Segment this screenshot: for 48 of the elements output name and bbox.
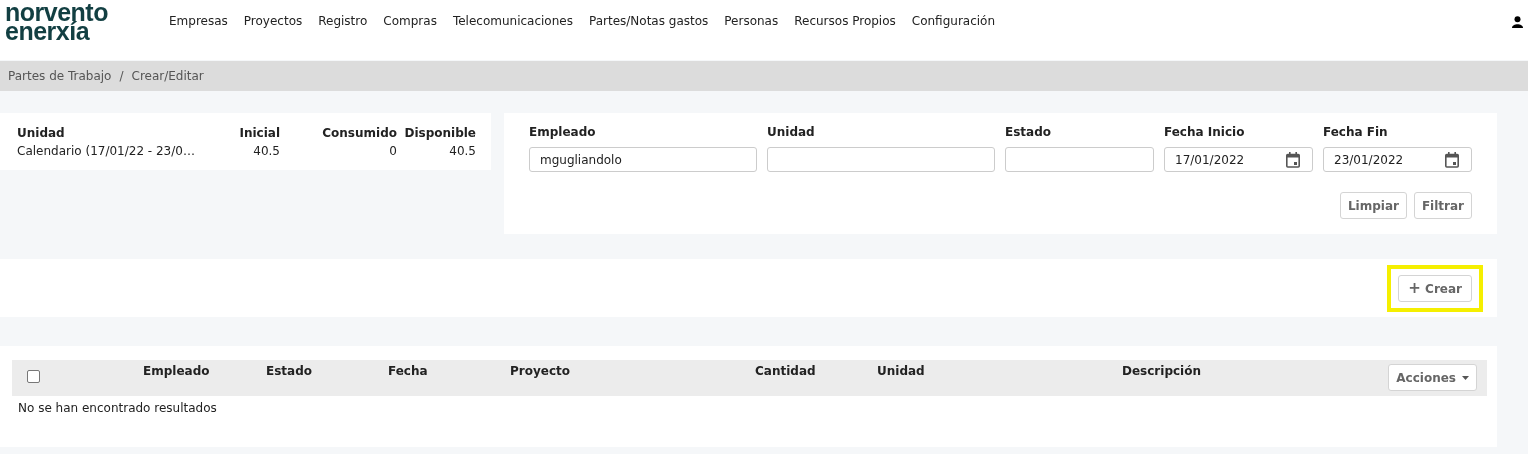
nav-link[interactable]: Registro xyxy=(318,14,368,28)
caret-icon xyxy=(1462,375,1469,380)
nav-link[interactable]: Configuración xyxy=(911,14,996,28)
column-header: Unidad xyxy=(877,363,926,378)
empty-message: No se han encontrado resultados xyxy=(17,400,218,417)
column-header: Estado xyxy=(266,363,313,378)
field-label: Empleado xyxy=(529,125,597,139)
nav-link[interactable]: Proyectos xyxy=(243,14,303,28)
column-header: Unidad xyxy=(17,126,66,140)
calendar-icon[interactable] xyxy=(1286,151,1300,168)
nav-link[interactable]: Compras xyxy=(383,14,437,28)
date-field[interactable]: 17/01/2022 xyxy=(1164,147,1313,172)
nav-link[interactable]: Telecomunicaciones xyxy=(452,14,573,28)
nav-link[interactable]: Partes/Notas gastos xyxy=(588,14,709,28)
table-cell-text: 40.5 xyxy=(252,144,280,158)
text-field[interactable] xyxy=(1005,147,1154,172)
breadcrumb-separator: / xyxy=(119,69,124,83)
filter-button[interactable]: Filtrar xyxy=(1413,192,1472,219)
text-field[interactable] xyxy=(767,147,995,172)
field-label: Estado xyxy=(1005,125,1052,139)
calendar-icon[interactable] xyxy=(1445,151,1459,168)
column-header: Descripción xyxy=(1122,363,1202,378)
field-label: Unidad xyxy=(767,125,816,139)
nav-link[interactable]: Recursos Propios xyxy=(794,14,896,28)
filter-button[interactable]: Limpiar xyxy=(1339,192,1407,219)
column-header: Consumido xyxy=(321,126,397,140)
table-cell-text: 0 xyxy=(388,144,397,158)
date-field[interactable]: 23/01/2022 xyxy=(1323,147,1472,172)
column-header: Proyecto xyxy=(510,363,571,378)
text-field[interactable]: mgugliandolo xyxy=(529,147,757,172)
column-header: Fecha xyxy=(388,363,429,378)
table-cell-text: 40.5 xyxy=(448,144,476,158)
table-cell-text: Calendario (17/01/22 - 23/0… xyxy=(17,144,196,158)
field-label: Fecha Inicio xyxy=(1164,125,1246,139)
user-icon[interactable] xyxy=(1512,16,1523,28)
column-header: Empleado xyxy=(143,363,211,378)
create-button[interactable]: + Crear xyxy=(1398,274,1472,302)
nav-link[interactable]: Empresas xyxy=(169,14,228,28)
select-all-checkbox[interactable] xyxy=(27,370,40,383)
company-logo: norvento enerxía xyxy=(4,0,109,41)
actions-dropdown[interactable]: Acciones xyxy=(1388,364,1477,391)
field-label: Fecha Fin xyxy=(1323,125,1389,139)
column-header: Cantidad xyxy=(755,363,817,378)
column-header: Disponible xyxy=(403,126,476,140)
column-header: Inicial xyxy=(238,126,280,140)
breadcrumb-item[interactable]: Partes de Trabajo xyxy=(8,69,112,83)
nav-link[interactable]: Personas xyxy=(724,14,779,28)
breadcrumb-item: Crear/Editar xyxy=(131,69,204,83)
